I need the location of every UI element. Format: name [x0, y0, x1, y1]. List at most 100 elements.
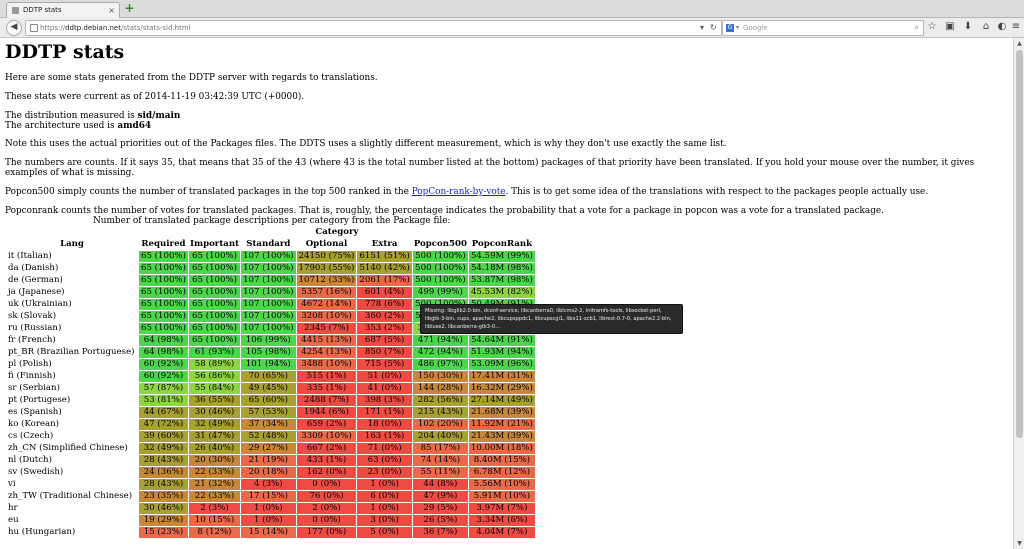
stat-cell[interactable]: 17 (15%): [241, 491, 296, 502]
addon-icon[interactable]: ◐: [996, 21, 1008, 33]
stat-cell[interactable]: 47 (72%): [139, 419, 188, 430]
stat-cell[interactable]: 15 (23%): [139, 527, 188, 538]
stat-cell[interactable]: 5357 (16%): [296, 287, 357, 298]
stat-cell[interactable]: 29 (5%): [412, 503, 468, 514]
stat-cell[interactable]: 41 (0%): [357, 383, 412, 394]
stat-cell[interactable]: 65 (100%): [188, 263, 241, 274]
stat-cell[interactable]: 49 (45%): [241, 383, 296, 394]
stat-cell[interactable]: 30 (46%): [188, 407, 241, 418]
stat-cell[interactable]: 65 (100%): [139, 275, 188, 286]
stat-cell[interactable]: 2345 (7%): [296, 323, 357, 334]
stat-cell[interactable]: 57 (87%): [139, 383, 188, 394]
stat-cell[interactable]: 64 (98%): [139, 347, 188, 358]
url-bar[interactable]: https://ddtp.debian.net/stats/stats-sid.…: [25, 20, 722, 36]
stat-cell[interactable]: 74 (14%): [412, 455, 468, 466]
clipboard-icon[interactable]: ▣: [944, 21, 956, 33]
stat-cell[interactable]: 3.34M (6%): [468, 515, 535, 526]
stat-cell[interactable]: 65 (100%): [188, 299, 241, 310]
stat-cell[interactable]: 15 (14%): [241, 527, 296, 538]
stat-cell[interactable]: 106 (99%): [241, 335, 296, 346]
stat-cell[interactable]: 22 (33%): [188, 491, 241, 502]
stat-cell[interactable]: 107 (100%): [241, 275, 296, 286]
stat-cell[interactable]: 353 (2%): [357, 323, 412, 334]
stat-cell[interactable]: 54.18M (98%): [468, 263, 535, 274]
stat-cell[interactable]: 58 (89%): [188, 359, 241, 370]
search-engine-icon[interactable]: G: [726, 24, 734, 32]
stat-cell[interactable]: 39 (60%): [139, 431, 188, 442]
stat-cell[interactable]: 4 (3%): [241, 479, 296, 490]
stat-cell[interactable]: 44 (67%): [139, 407, 188, 418]
stat-cell[interactable]: 85 (17%): [412, 443, 468, 454]
search-engine-dropdown-icon[interactable]: ▾: [736, 21, 739, 35]
stat-cell[interactable]: 4.04M (7%): [468, 527, 535, 538]
stat-cell[interactable]: 18 (0%): [357, 419, 412, 430]
stat-cell[interactable]: 715 (5%): [357, 359, 412, 370]
stat-cell[interactable]: 500 (100%): [412, 275, 468, 286]
scroll-up-icon[interactable]: ▲: [1016, 40, 1023, 47]
stat-cell[interactable]: 53.09M (96%): [468, 359, 535, 370]
scroll-down-icon[interactable]: ▼: [1016, 540, 1023, 547]
search-input[interactable]: G ▾ Google ⌕: [722, 20, 924, 36]
stat-cell[interactable]: 107 (100%): [241, 323, 296, 334]
stat-cell[interactable]: 36 (7%): [412, 527, 468, 538]
stat-cell[interactable]: 1 (0%): [357, 479, 412, 490]
stat-cell[interactable]: 0 (0%): [296, 515, 357, 526]
stat-cell[interactable]: 47 (9%): [412, 491, 468, 502]
stat-cell[interactable]: 55 (11%): [412, 467, 468, 478]
stat-cell[interactable]: 162 (0%): [296, 467, 357, 478]
stat-cell[interactable]: 667 (2%): [296, 443, 357, 454]
stat-cell[interactable]: 107 (100%): [241, 311, 296, 322]
stat-cell[interactable]: 1 (0%): [357, 503, 412, 514]
stat-cell[interactable]: 107 (100%): [241, 287, 296, 298]
stat-cell[interactable]: 11.92M (21%): [468, 419, 535, 430]
stat-cell[interactable]: 17.41M (31%): [468, 371, 535, 382]
stat-cell[interactable]: 850 (7%): [357, 347, 412, 358]
stat-cell[interactable]: 6.78M (12%): [468, 467, 535, 478]
stat-cell[interactable]: 30 (46%): [139, 503, 188, 514]
stat-cell[interactable]: 65 (100%): [139, 311, 188, 322]
stat-cell[interactable]: 601 (4%): [357, 287, 412, 298]
stat-cell[interactable]: 107 (100%): [241, 263, 296, 274]
download-icon[interactable]: ⬇: [962, 21, 974, 33]
stat-cell[interactable]: 3208 (10%): [296, 311, 357, 322]
stat-cell[interactable]: 70 (65%): [241, 371, 296, 382]
stat-cell[interactable]: 36 (55%): [188, 395, 241, 406]
stat-cell[interactable]: 659 (2%): [296, 419, 357, 430]
stat-cell[interactable]: 24 (36%): [139, 467, 188, 478]
stat-cell[interactable]: 28 (43%): [139, 455, 188, 466]
stat-cell[interactable]: 55 (84%): [188, 383, 241, 394]
stat-cell[interactable]: 32 (49%): [139, 443, 188, 454]
vertical-scrollbar[interactable]: ▲ ▼: [1013, 38, 1024, 549]
stat-cell[interactable]: 61 (93%): [188, 347, 241, 358]
stat-cell[interactable]: 499 (99%): [412, 287, 468, 298]
stat-cell[interactable]: 29 (27%): [241, 443, 296, 454]
stat-cell[interactable]: 65 (100%): [188, 335, 241, 346]
stat-cell[interactable]: 65 (100%): [188, 287, 241, 298]
stat-cell[interactable]: 177 (0%): [296, 527, 357, 538]
stat-cell[interactable]: 471 (94%): [412, 335, 468, 346]
stat-cell[interactable]: 5.91M (10%): [468, 491, 535, 502]
bookmark-star-icon[interactable]: ☆: [926, 21, 938, 33]
stat-cell[interactable]: 65 (60%): [241, 395, 296, 406]
stat-cell[interactable]: 486 (97%): [412, 359, 468, 370]
stat-cell[interactable]: 10712 (33%): [296, 275, 357, 286]
stat-cell[interactable]: 31 (47%): [188, 431, 241, 442]
stat-cell[interactable]: 65 (100%): [139, 251, 188, 262]
stat-cell[interactable]: 17903 (55%): [296, 263, 357, 274]
stat-cell[interactable]: 2061 (17%): [357, 275, 412, 286]
stat-cell[interactable]: 8.40M (15%): [468, 455, 535, 466]
stat-cell[interactable]: 26 (40%): [188, 443, 241, 454]
stat-cell[interactable]: 2 (0%): [296, 503, 357, 514]
stat-cell[interactable]: 32 (49%): [188, 419, 241, 430]
stat-cell[interactable]: 65 (100%): [139, 299, 188, 310]
stat-cell[interactable]: 2 (3%): [188, 503, 241, 514]
stat-cell[interactable]: 335 (1%): [296, 383, 357, 394]
back-button[interactable]: ◀: [6, 20, 22, 36]
stat-cell[interactable]: 60 (92%): [139, 371, 188, 382]
stat-cell[interactable]: 102 (20%): [412, 419, 468, 430]
new-tab-button[interactable]: +: [124, 2, 135, 14]
stat-cell[interactable]: 10.00M (18%): [468, 443, 535, 454]
stat-cell[interactable]: 282 (56%): [412, 395, 468, 406]
stat-cell[interactable]: 60 (92%): [139, 359, 188, 370]
stat-cell[interactable]: 21 (19%): [241, 455, 296, 466]
